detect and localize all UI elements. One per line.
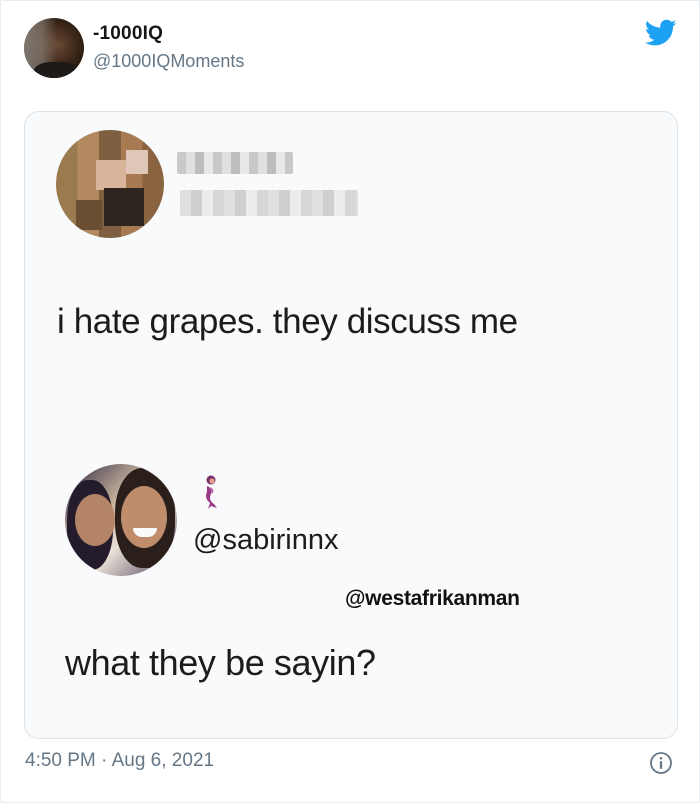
tweet-card: -1000IQ @1000IQMoments i hate grapes. th… [0, 0, 700, 803]
author-display-name[interactable]: -1000IQ [93, 23, 163, 45]
twitter-bird-icon[interactable] [645, 19, 677, 47]
reply-text: what they be sayin? [65, 642, 376, 683]
watermark: @westafrikanman [345, 587, 520, 610]
pixelated-handle [180, 190, 358, 216]
author-avatar[interactable] [24, 18, 84, 78]
info-icon[interactable] [649, 751, 673, 775]
reply-avatar [65, 464, 177, 576]
original-post-text: i hate grapes. they discuss me [57, 302, 518, 341]
mermaid-emoji-icon [206, 475, 217, 509]
pixelated-name [177, 152, 293, 174]
embedded-screenshot[interactable]: i hate grapes. they discuss me @sabirinn… [24, 111, 678, 739]
author-handle[interactable]: @1000IQMoments [93, 51, 244, 72]
pixelated-avatar [56, 130, 164, 238]
reply-handle: @sabirinnx [193, 524, 339, 556]
tweet-timestamp[interactable]: 4:50 PM · Aug 6, 2021 [25, 750, 214, 772]
